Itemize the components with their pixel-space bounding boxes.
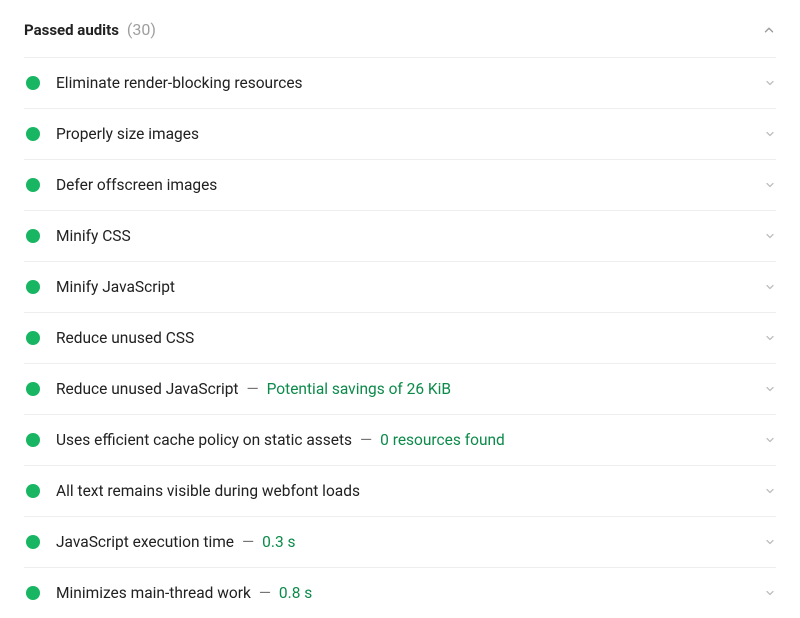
- chevron-down-icon[interactable]: [764, 332, 776, 344]
- audit-item[interactable]: Reduce unused JavaScript — Potential savin…: [24, 363, 776, 414]
- audit-label: Uses efficient cache policy on static as…: [56, 431, 352, 449]
- audit-item[interactable]: Properly size images: [24, 108, 776, 159]
- audit-item[interactable]: Eliminate render-blocking resources: [24, 57, 776, 108]
- audit-item[interactable]: Defer offscreen images: [24, 159, 776, 210]
- audit-detail: Potential savings of 26 KiB: [267, 380, 451, 398]
- status-pass-icon: [26, 382, 40, 396]
- chevron-down-icon[interactable]: [764, 230, 776, 242]
- audit-label: All text remains visible during webfont …: [56, 482, 360, 500]
- audit-label: Minimizes main-thread work: [56, 584, 251, 602]
- chevron-down-icon[interactable]: [764, 179, 776, 191]
- chevron-down-icon[interactable]: [764, 536, 776, 548]
- audit-item[interactable]: Minify JavaScript: [24, 261, 776, 312]
- audit-list: Eliminate render-blocking resources Prope…: [24, 57, 776, 618]
- status-pass-icon: [26, 535, 40, 549]
- audit-item[interactable]: All text remains visible during webfont …: [24, 465, 776, 516]
- audit-detail: 0.8 s: [279, 584, 312, 602]
- chevron-down-icon[interactable]: [764, 77, 776, 89]
- audit-label: Properly size images: [56, 125, 199, 143]
- header-title-group: Passed audits (30): [24, 20, 156, 39]
- status-pass-icon: [26, 331, 40, 345]
- passed-audits-header[interactable]: Passed audits (30): [24, 12, 776, 57]
- audit-detail: 0.3 s: [262, 533, 295, 551]
- audit-label: Minify JavaScript: [56, 278, 175, 296]
- status-pass-icon: [26, 484, 40, 498]
- audit-label: Defer offscreen images: [56, 176, 217, 194]
- audit-detail: 0 resources found: [380, 431, 505, 449]
- audit-item[interactable]: Reduce unused CSS: [24, 312, 776, 363]
- audit-label: JavaScript execution time: [56, 533, 234, 551]
- status-pass-icon: [26, 280, 40, 294]
- status-pass-icon: [26, 127, 40, 141]
- chevron-down-icon[interactable]: [764, 281, 776, 293]
- audit-separator: —: [242, 533, 254, 551]
- audit-item[interactable]: Uses efficient cache policy on static as…: [24, 414, 776, 465]
- status-pass-icon: [26, 178, 40, 192]
- audit-separator: —: [247, 380, 259, 398]
- audit-label: Reduce unused JavaScript: [56, 380, 239, 398]
- chevron-down-icon[interactable]: [764, 587, 776, 599]
- status-pass-icon: [26, 586, 40, 600]
- audit-item[interactable]: Minify CSS: [24, 210, 776, 261]
- chevron-down-icon[interactable]: [764, 485, 776, 497]
- audit-label: Reduce unused CSS: [56, 329, 194, 347]
- audit-item[interactable]: Minimizes main-thread work — 0.8 s: [24, 567, 776, 618]
- audit-label: Minify CSS: [56, 227, 131, 245]
- audit-separator: —: [259, 584, 271, 602]
- passed-audits-panel: Passed audits (30) Eliminate render-bloc…: [0, 0, 800, 618]
- status-pass-icon: [26, 76, 40, 90]
- status-pass-icon: [26, 229, 40, 243]
- chevron-down-icon[interactable]: [764, 434, 776, 446]
- chevron-down-icon[interactable]: [764, 383, 776, 395]
- chevron-down-icon[interactable]: [764, 128, 776, 140]
- audit-label: Eliminate render-blocking resources: [56, 74, 303, 92]
- header-count: (30): [127, 20, 156, 39]
- chevron-up-icon[interactable]: [762, 23, 776, 37]
- audit-item[interactable]: JavaScript execution time — 0.3 s: [24, 516, 776, 567]
- audit-separator: —: [360, 431, 372, 449]
- status-pass-icon: [26, 433, 40, 447]
- header-title: Passed audits: [24, 21, 119, 39]
